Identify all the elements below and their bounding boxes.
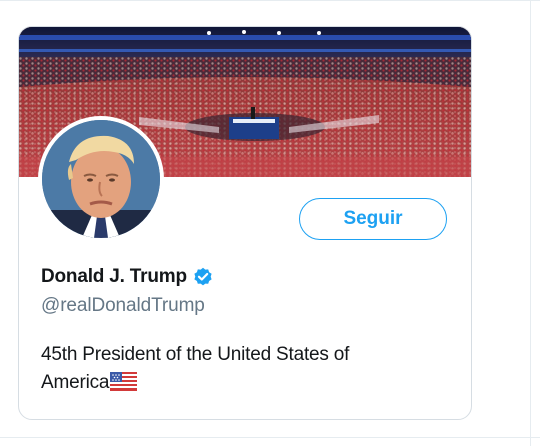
avatar-frame[interactable] — [38, 116, 164, 242]
profile-card: Seguir Donald J. Trump @realDonaldTrump … — [18, 26, 472, 420]
top-divider — [0, 0, 540, 1]
name-row: Donald J. Trump — [41, 264, 213, 290]
bio-line-1: 45th President of the United States of — [41, 344, 350, 365]
verified-badge-icon — [193, 267, 213, 287]
avatar[interactable] — [42, 120, 160, 238]
profile-bio: 45th President of the United States of A… — [41, 341, 441, 397]
right-divider — [530, 0, 531, 446]
bio-line-2: America — [41, 369, 441, 397]
follow-button[interactable]: Seguir — [299, 198, 447, 240]
bottom-divider — [0, 437, 540, 438]
page: Seguir Donald J. Trump @realDonaldTrump … — [0, 0, 540, 446]
us-flag-icon — [110, 372, 138, 391]
display-name[interactable]: Donald J. Trump — [41, 266, 187, 288]
bio-line-2-text: America — [41, 372, 110, 393]
user-handle[interactable]: @realDonaldTrump — [41, 295, 205, 317]
